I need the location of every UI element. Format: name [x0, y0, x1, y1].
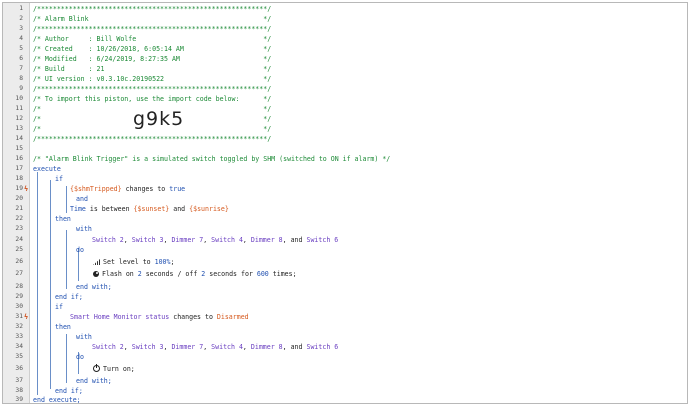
piston-title-comment: /* Alarm Blink */: [33, 15, 272, 23]
header-border: /***************************************…: [33, 135, 272, 143]
signal-level-icon: [93, 259, 100, 265]
line-number: 15: [15, 145, 23, 152]
trigger-description-comment: /* "Alarm Blink Trigger" is a simulated …: [33, 155, 391, 163]
flash-action[interactable]: Flash on 2 seconds / off 2 seconds for 6…: [93, 269, 297, 279]
end-with-keyword[interactable]: end with;: [76, 376, 112, 386]
created-comment: /* Created : 10/26/2018, 6:05:14 AM */: [33, 45, 272, 53]
do-keyword[interactable]: do: [76, 245, 84, 255]
condition-shm-tripped[interactable]: {$shmTripped} changes to true: [70, 184, 185, 194]
lightning-icon: ϟ: [24, 185, 29, 193]
device-list[interactable]: Switch 2, Switch 3, Dimmer 7, Switch 4, …: [92, 235, 338, 245]
build-comment: /* Build : 21 */: [33, 65, 272, 73]
end-execute-keyword[interactable]: end execute;: [33, 395, 81, 403]
flash-icon: [93, 271, 99, 277]
condition-shm-status[interactable]: Smart Home Monitor status changes to Dis…: [70, 312, 249, 322]
import-code[interactable]: g9k5: [133, 108, 184, 130]
turn-on-action[interactable]: Turn on;: [93, 364, 135, 374]
power-icon: [93, 364, 100, 372]
header-border: /***************************************…: [33, 5, 272, 13]
condition-time-between[interactable]: Time is between {$sunset} and {$sunrise}: [70, 204, 229, 214]
set-level-action[interactable]: Set level to 100%;: [93, 257, 174, 267]
modified-comment: /* Modified : 6/24/2019, 8:27:35 AM */: [33, 55, 272, 63]
author-comment: /* Author : Bill Wolfe */: [33, 35, 272, 43]
do-keyword[interactable]: do: [76, 352, 84, 362]
header-border: /***************************************…: [33, 25, 272, 33]
ui-version-comment: /* UI version : v0.3.10c.20190522 */: [33, 75, 272, 83]
and-operator[interactable]: and: [76, 194, 88, 204]
header-border: /***************************************…: [33, 85, 272, 93]
then-keyword[interactable]: then: [55, 214, 71, 224]
import-instructions-comment: /* To import this piston, use the import…: [33, 95, 272, 103]
end-with-keyword[interactable]: end with;: [76, 282, 112, 292]
if-keyword[interactable]: if: [55, 302, 63, 312]
device-list[interactable]: Switch 2, Switch 3, Dimmer 7, Switch 4, …: [92, 342, 338, 352]
piston-code-view: 1 2 3 4 5 6 7 8 9 10 11 12 13 14 15 16 17 18 19 20 21 22 23 24 2…: [2, 2, 688, 404]
end-if-keyword[interactable]: end if;: [55, 292, 83, 302]
with-keyword[interactable]: with: [76, 332, 92, 342]
lightning-icon: ϟ: [24, 313, 29, 321]
with-keyword[interactable]: with: [76, 224, 92, 234]
if-keyword[interactable]: if: [55, 174, 63, 184]
then-keyword[interactable]: then: [55, 322, 71, 332]
